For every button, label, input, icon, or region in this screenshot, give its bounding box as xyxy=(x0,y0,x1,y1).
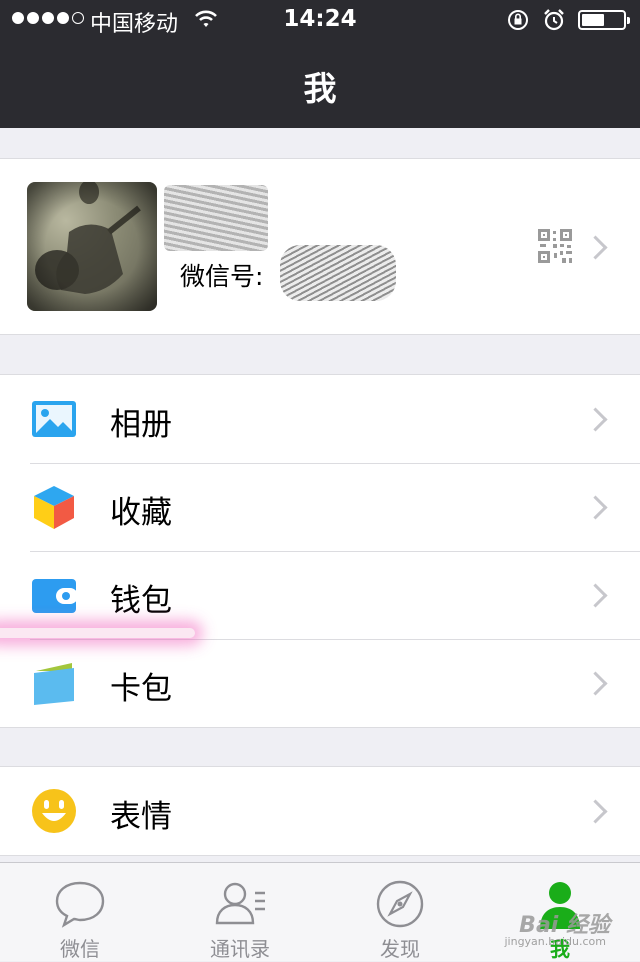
chevron-right-icon xyxy=(583,583,608,608)
chevron-right-icon xyxy=(583,799,608,824)
tab-label: 发现 xyxy=(380,937,420,961)
wallet-icon xyxy=(32,579,78,613)
menu-item-card-pack[interactable]: 卡包 xyxy=(0,639,640,727)
status-bar: 中国移动 14:24 xyxy=(0,0,640,40)
avatar[interactable] xyxy=(27,182,157,311)
smiley-icon xyxy=(32,789,76,833)
contacts-icon xyxy=(215,882,265,925)
rotation-lock-icon xyxy=(508,10,528,30)
menu-item-label: 收藏 xyxy=(110,495,172,531)
alarm-icon xyxy=(544,9,564,31)
chat-bubble-icon xyxy=(55,881,105,928)
menu-item-wallet[interactable]: 钱包 xyxy=(0,551,640,639)
menu-item-label: 相册 xyxy=(110,407,172,443)
menu-item-favorites[interactable]: 收藏 xyxy=(0,463,640,551)
tab-label: 微信 xyxy=(60,937,100,961)
favorites-cube-icon xyxy=(34,486,74,529)
menu-group-1: 相册 收藏 钱包 卡包 xyxy=(0,374,640,728)
photo-album-icon xyxy=(32,401,76,437)
page-title: 我 xyxy=(303,69,337,108)
highlight-marker-stroke xyxy=(0,628,195,638)
menu-item-label: 表情 xyxy=(110,799,172,835)
chevron-right-icon xyxy=(583,671,608,696)
tab-bar: 微信 通讯录 发现 我 Bai 经验 jingyan.baidu.com xyxy=(0,862,640,961)
chevron-right-icon xyxy=(583,495,608,520)
tab-chats[interactable]: 微信 xyxy=(0,863,160,961)
tab-discover[interactable]: 发现 xyxy=(320,863,480,961)
menu-item-stickers[interactable]: 表情 xyxy=(0,767,640,855)
card-pack-icon xyxy=(34,663,74,705)
chevron-right-icon xyxy=(583,407,608,432)
menu-group-2: 表情 xyxy=(0,766,640,856)
compass-icon xyxy=(376,880,424,928)
baidu-watermark-url: jingyan.baidu.com xyxy=(504,935,606,948)
qr-code-icon[interactable] xyxy=(538,229,572,263)
tab-contacts[interactable]: 通讯录 xyxy=(160,863,320,961)
tab-me[interactable]: 我 Bai 经验 jingyan.baidu.com xyxy=(480,863,640,961)
menu-item-label: 钱包 xyxy=(110,583,172,619)
chevron-right-icon xyxy=(583,235,608,260)
top-bar: 中国移动 14:24 我 xyxy=(0,0,640,128)
wechat-id-label: 微信号: xyxy=(180,262,264,291)
profile-card[interactable]: 微信号: xyxy=(0,158,640,335)
tab-label: 通讯录 xyxy=(210,937,270,961)
menu-item-album[interactable]: 相册 xyxy=(0,375,640,463)
wechat-id-redacted xyxy=(280,245,396,301)
nickname-redacted xyxy=(164,185,268,251)
battery-icon xyxy=(578,10,630,30)
menu-item-label: 卡包 xyxy=(110,671,172,707)
